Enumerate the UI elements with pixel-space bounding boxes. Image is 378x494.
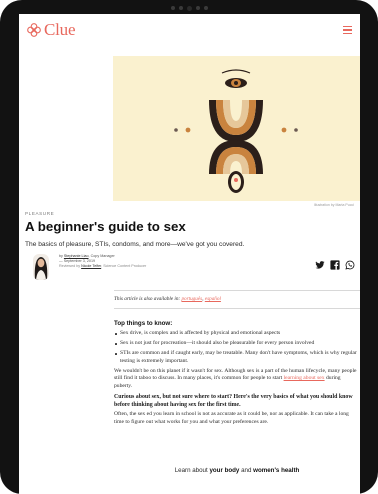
share-icons <box>315 260 355 270</box>
author-avatar <box>33 254 49 280</box>
article-title: A beginner's guide to sex <box>25 219 186 234</box>
available-in: This article is also available in: portu… <box>114 296 221 302</box>
top-things-heading: Top things to know: <box>114 320 173 327</box>
learn-mid: and <box>239 467 254 474</box>
category-kicker[interactable]: PLEASURE <box>25 211 54 216</box>
top-bar: Clue <box>19 14 360 46</box>
curious-paragraph: Curious about sex, but not sure where to… <box>114 394 353 408</box>
hero-illustration <box>113 56 360 201</box>
facebook-icon[interactable] <box>330 260 340 270</box>
screen: Clue Illustration by Marta Pucci PLEASUR… <box>19 14 360 494</box>
author-link[interactable]: Stephanie Liao <box>64 254 89 258</box>
author-row: by Stephanie Liao, Copy Manager — Septem… <box>25 252 355 282</box>
hamburger-icon[interactable] <box>343 26 352 34</box>
tablet-frame: Clue Illustration by Marta Pucci PLEASUR… <box>0 0 378 494</box>
camera-dots <box>170 5 208 11</box>
article-subtitle: The basics of pleasure, STIs, condoms, a… <box>25 241 245 248</box>
clue-logo[interactable]: Clue <box>27 20 76 40</box>
list-item: STIs are common and if caught early, may… <box>114 350 360 364</box>
byline: by Stephanie Liao, Copy Manager — Septem… <box>59 254 146 269</box>
divider-bottom <box>114 308 360 309</box>
language-link-portuguese[interactable]: português <box>181 296 202 302</box>
reviewed-prefix: Reviewed by <box>59 264 82 268</box>
reviewer-link[interactable]: Nicole Telfer <box>81 264 101 268</box>
clue-flower-icon <box>27 23 41 37</box>
divider-top <box>114 290 360 291</box>
illustration-credit: Illustration by Marta Pucci <box>313 203 354 207</box>
learning-about-sex-link[interactable]: learning about sex <box>284 375 325 381</box>
abstract-body-illustration <box>174 69 298 193</box>
your-body-link[interactable]: your body <box>209 467 239 474</box>
twitter-icon[interactable] <box>315 260 325 270</box>
language-link-spanish[interactable]: español <box>205 296 221 302</box>
article-body: This article is also available in: portu… <box>114 290 360 426</box>
whatsapp-icon[interactable] <box>345 260 355 270</box>
available-prefix: This article is also available in: <box>114 296 182 302</box>
womens-health-link[interactable]: women's health <box>253 467 299 474</box>
top-things-list: Sex drive, is complex and is affected by… <box>114 330 360 365</box>
author-role: , Copy Manager <box>88 254 115 258</box>
list-item: Sex is not just for procreation—it shoul… <box>114 340 360 347</box>
learn-prefix: Learn about <box>174 467 210 474</box>
learn-about-footer: Learn about your body and women's health <box>114 467 360 474</box>
sex-ed-paragraph: Often, the sex ed you learn in school is… <box>114 411 349 425</box>
intro-paragraph: We wouldn't be on this planet if it wasn… <box>114 368 360 390</box>
list-item: Sex drive, is complex and is affected by… <box>114 330 360 337</box>
reviewer-role: , Science Content Producer <box>101 264 147 268</box>
brand-name: Clue <box>44 20 76 39</box>
